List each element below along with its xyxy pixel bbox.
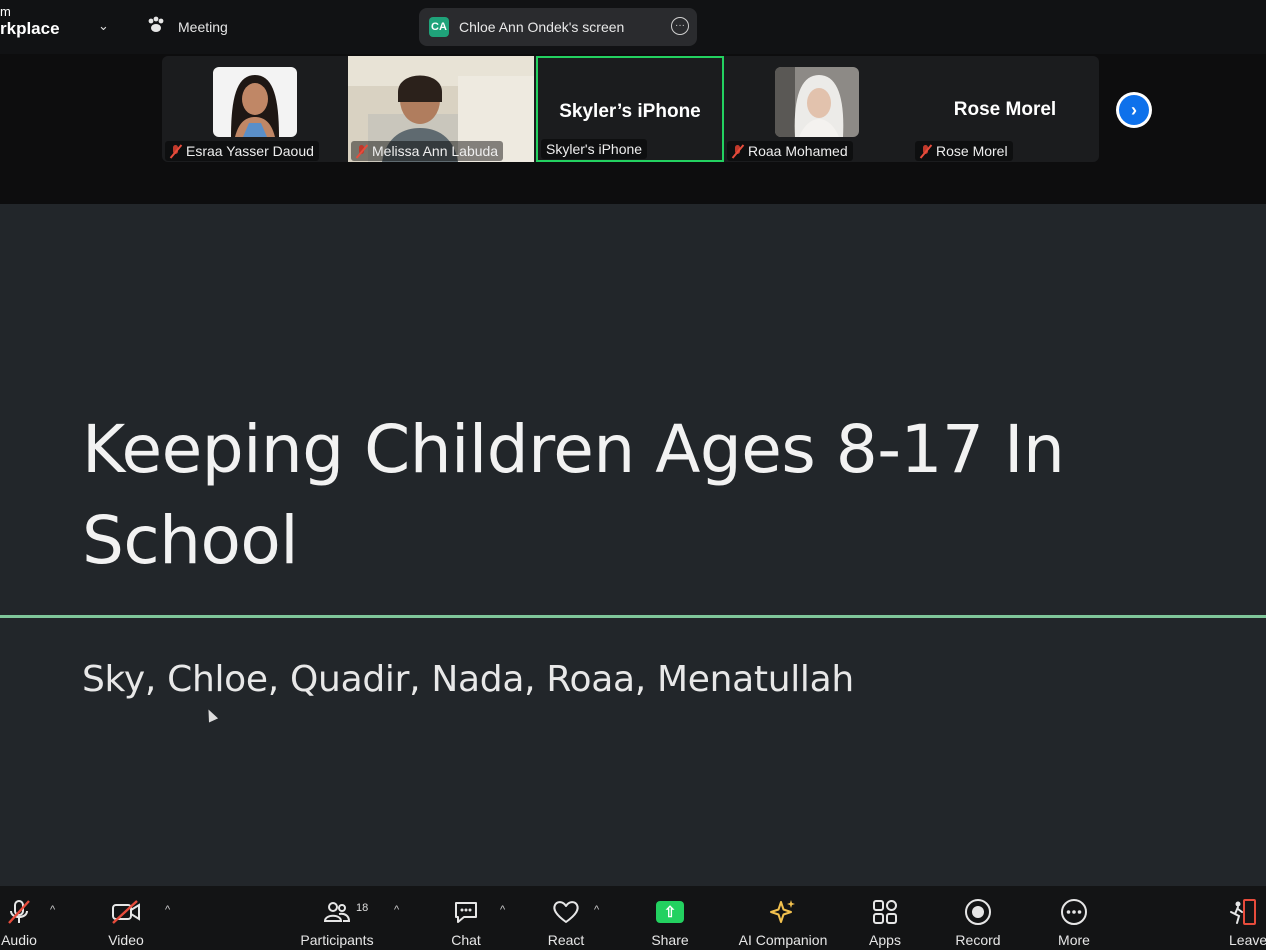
participant-name: Skyler's iPhone xyxy=(546,141,643,157)
slide-title-line-2: School xyxy=(82,502,299,579)
apps-icon xyxy=(871,898,899,926)
slide-subtitle: Sky, Chloe, Quadir, Nada, Roaa, Menatull… xyxy=(82,659,854,700)
react-button[interactable]: React xyxy=(542,886,590,950)
share-screen-icon: ⇧ xyxy=(656,901,684,923)
chat-label: Chat xyxy=(451,932,481,948)
participant-display-name: Skyler’s iPhone xyxy=(559,101,701,122)
mic-muted-icon xyxy=(920,144,931,158)
mic-muted-icon xyxy=(6,898,32,926)
video-button[interactable]: Video xyxy=(102,886,150,950)
record-icon xyxy=(964,898,992,926)
participant-name: Rose Morel xyxy=(936,143,1008,159)
participant-video xyxy=(775,67,859,137)
app-brand[interactable]: m rkplace xyxy=(0,4,60,38)
slide-title-line-1: Keeping Children Ages 8-17 In xyxy=(82,411,1065,488)
participant-strip: Esraa Yasser Daoud Melissa Ann Labuda Sk… xyxy=(0,54,1266,204)
more-icon xyxy=(1060,898,1088,926)
brand-line-1: m xyxy=(0,4,11,19)
participant-name-bar: Rose Morel xyxy=(915,141,1013,161)
participant-tile[interactable]: Melissa Ann Labuda xyxy=(348,56,534,162)
meeting-menu[interactable]: Meeting xyxy=(146,16,228,37)
ai-companion-label: AI Companion xyxy=(738,932,828,948)
slide-title: Keeping Children Ages 8-17 In School xyxy=(82,404,1162,586)
meeting-toolbar: Audio ^ Video ^ Participants 18 ^ Chat ^… xyxy=(0,886,1266,950)
chat-icon xyxy=(452,898,480,926)
participants-label: Participants xyxy=(300,932,374,948)
participant-name-bar: Roaa Mohamed xyxy=(727,141,853,161)
participant-tile[interactable]: Roaa Mohamed xyxy=(724,56,910,162)
apps-label: Apps xyxy=(869,932,901,948)
chat-button[interactable]: Chat xyxy=(446,886,486,950)
apps-button[interactable]: Apps xyxy=(864,886,906,950)
participant-name: Roaa Mohamed xyxy=(748,143,848,159)
share-label: Share xyxy=(651,932,689,948)
slide-divider xyxy=(0,615,1266,618)
top-bar: m rkplace ⌄ Meeting CA Chloe Ann Ondek's… xyxy=(0,0,1266,54)
paw-icon xyxy=(146,16,166,37)
brand-line-2: rkplace xyxy=(0,19,60,38)
participant-name-bar: Skyler's iPhone xyxy=(541,139,648,159)
participant-name: Melissa Ann Labuda xyxy=(372,143,499,159)
more-button[interactable]: More xyxy=(1052,886,1096,950)
mouse-cursor-icon xyxy=(203,707,219,723)
video-options-caret-icon[interactable]: ^ xyxy=(165,904,170,916)
sparkle-icon xyxy=(769,898,797,926)
mic-muted-icon xyxy=(732,144,743,158)
audio-options-caret-icon[interactable]: ^ xyxy=(50,904,55,916)
video-label: Video xyxy=(108,932,144,948)
record-button[interactable]: Record xyxy=(952,886,1004,950)
audio-button[interactable]: Audio xyxy=(0,886,38,950)
shared-screen-slide: Keeping Children Ages 8-17 In School Sky… xyxy=(0,204,1266,886)
leave-icon xyxy=(1226,898,1258,926)
participants-icon xyxy=(323,898,351,926)
share-button[interactable]: ⇧ Share xyxy=(648,886,692,950)
participant-video xyxy=(213,67,297,137)
react-label: React xyxy=(547,932,585,948)
heart-icon xyxy=(551,898,581,926)
leave-button[interactable]: Leave xyxy=(1226,886,1266,950)
ai-companion-button[interactable]: AI Companion xyxy=(734,886,832,950)
shared-screen-label: Chloe Ann Ondek's screen xyxy=(459,19,625,35)
chevron-right-icon: › xyxy=(1119,95,1149,125)
leave-label: Leave xyxy=(1229,932,1266,948)
participant-name: Esraa Yasser Daoud xyxy=(186,143,314,159)
participants-options-caret-icon[interactable]: ^ xyxy=(394,904,399,916)
participant-tile[interactable]: Esraa Yasser Daoud xyxy=(162,56,348,162)
audio-label: Audio xyxy=(1,932,37,948)
chevron-down-icon[interactable]: ⌄ xyxy=(98,18,109,34)
video-off-icon xyxy=(110,898,142,926)
meeting-label: Meeting xyxy=(178,18,228,35)
participants-button[interactable]: Participants xyxy=(296,886,378,950)
participant-display-name: Rose Morel xyxy=(953,99,1057,120)
participant-tile-active-speaker[interactable]: Skyler’s iPhone Skyler's iPhone xyxy=(536,56,724,162)
participant-name-bar: Esraa Yasser Daoud xyxy=(165,141,319,161)
record-label: Record xyxy=(955,932,1001,948)
more-options-icon[interactable]: ··· xyxy=(671,17,689,35)
mic-muted-icon xyxy=(356,144,367,158)
participant-tile[interactable]: Rose Morel Rose Morel xyxy=(912,56,1098,162)
participant-name-bar: Melissa Ann Labuda xyxy=(351,141,504,161)
shared-screen-pill[interactable]: CA Chloe Ann Ondek's screen ··· xyxy=(419,8,697,46)
participants-count: 18 xyxy=(356,902,369,914)
more-label: More xyxy=(1058,932,1090,948)
react-options-caret-icon[interactable]: ^ xyxy=(594,904,599,916)
next-page-button[interactable]: › xyxy=(1116,92,1152,128)
share-icon-wrap: ⇧ xyxy=(656,898,684,926)
mic-muted-icon xyxy=(170,144,181,158)
sharer-avatar: CA xyxy=(429,17,449,37)
chat-options-caret-icon[interactable]: ^ xyxy=(500,904,505,916)
